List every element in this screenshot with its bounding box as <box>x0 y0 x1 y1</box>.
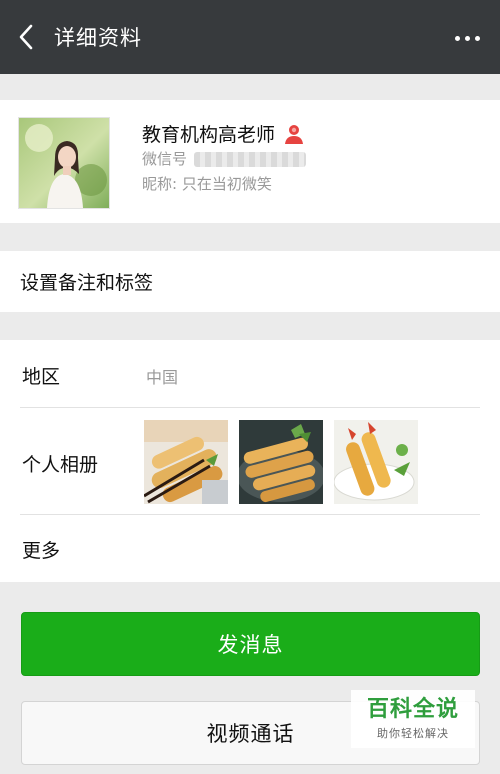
watermark-subtitle: 助你轻松解决 <box>377 726 449 740</box>
watermark-logo: 百科全说 助你轻松解决 <box>351 690 475 748</box>
back-button[interactable] <box>4 0 48 74</box>
album-photo-3[interactable] <box>334 420 418 504</box>
wechat-id-label: 微信号 <box>142 150 188 168</box>
more-label: 更多 <box>22 540 61 562</box>
album-label: 个人相册 <box>22 454 99 476</box>
nickname-label: 昵称: <box>142 175 178 193</box>
wechat-id-value <box>193 152 306 167</box>
divider <box>20 514 480 515</box>
chevron-left-icon <box>19 24 33 50</box>
avatar-photo <box>19 118 109 208</box>
set-remark-tags-row[interactable]: 设置备注和标签 <box>0 251 500 312</box>
remark-label: 设置备注和标签 <box>20 272 154 294</box>
divider <box>20 407 480 408</box>
send-message-button[interactable]: 发消息 <box>21 612 480 676</box>
more-horizontal-icon <box>455 35 460 41</box>
female-user-icon <box>285 124 304 144</box>
profile-name: 教育机构高老师 <box>142 124 276 146</box>
avatar[interactable] <box>18 117 110 209</box>
watermark-title: 百科全说 <box>366 696 459 722</box>
album-photo-1[interactable] <box>144 420 228 504</box>
details-group: 地区 中国 个人相册 更多 <box>0 340 500 582</box>
region-value: 中国 <box>146 368 179 387</box>
album-photo-2[interactable] <box>239 420 323 504</box>
nickname-row: 昵称: 只在当初微笑 <box>142 173 272 194</box>
navigation-bar: 详细资料 <box>0 0 500 74</box>
nickname-value: 只在当初微笑 <box>181 175 272 193</box>
more-button[interactable] <box>440 24 480 52</box>
page-title: 详细资料 <box>54 26 142 50</box>
region-label: 地区 <box>22 366 61 388</box>
wechat-id-row: 微信号 <box>142 148 306 169</box>
